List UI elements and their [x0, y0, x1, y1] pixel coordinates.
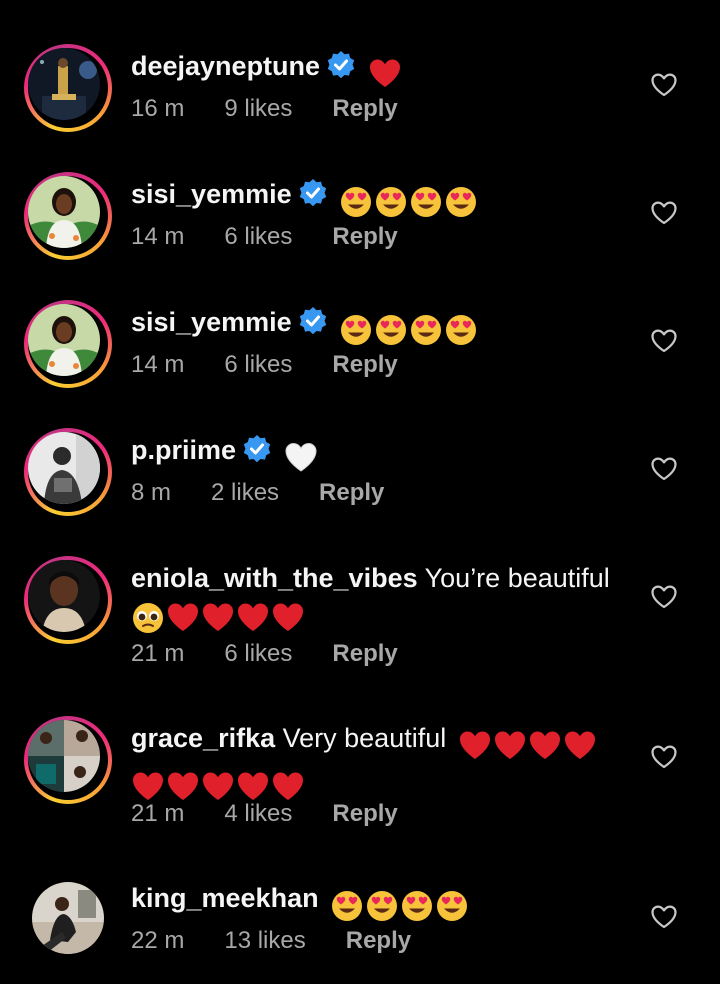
- comment-time: 21 m: [131, 640, 185, 667]
- reply-button[interactable]: Reply: [319, 479, 384, 507]
- comment-username[interactable]: sisi_yemmie: [131, 179, 292, 209]
- heart-eyes-emoji-icon: [374, 185, 408, 219]
- comment-username[interactable]: eniola_with_the_vibes: [131, 563, 418, 593]
- red-heart-emoji-icon: [131, 770, 165, 804]
- comment-likes-count[interactable]: 6 likes: [224, 640, 292, 668]
- comment-list: deejayneptune 16 m 9 likes Reply sisi_yemm…: [0, 0, 720, 984]
- red-heart-emoji-icon: [368, 57, 402, 91]
- collage-avatar: [28, 720, 100, 792]
- red-heart-emoji-icon: [271, 770, 305, 804]
- like-heart-icon[interactable]: [651, 73, 677, 97]
- comment-username[interactable]: sisi_yemmie: [131, 307, 292, 337]
- red-heart-emoji-icon: [493, 729, 527, 763]
- red-heart-emoji-icon: [528, 729, 562, 763]
- like-heart-icon[interactable]: [651, 905, 677, 929]
- red-heart-emoji-icon: [236, 770, 270, 804]
- red-heart-emoji-icon: [563, 729, 597, 763]
- avatar[interactable]: [24, 44, 112, 132]
- woman-green-avatar: [28, 176, 100, 248]
- verified-badge-icon: [298, 306, 328, 336]
- comment-likes-count[interactable]: 6 likes: [224, 351, 292, 379]
- comment-time: 16 m: [131, 95, 185, 122]
- like-heart-icon[interactable]: [651, 745, 677, 769]
- heart-eyes-emoji-icon: [444, 185, 478, 219]
- comment-username[interactable]: p.priime: [131, 435, 236, 465]
- reply-button[interactable]: Reply: [332, 223, 397, 251]
- comment-meta: 8 m 2 likes Reply: [131, 479, 384, 507]
- white-heart-emoji-icon: [284, 441, 318, 475]
- heart-eyes-emoji-icon: [400, 889, 434, 923]
- heart-eyes-emoji-icon: [409, 313, 443, 347]
- avatar[interactable]: [24, 172, 112, 260]
- pleading-face-emoji-icon: [131, 601, 165, 635]
- red-heart-emoji-icon: [166, 601, 200, 635]
- comment-likes-count[interactable]: 9 likes: [224, 95, 292, 123]
- comment-text: Very beautiful: [282, 723, 447, 753]
- woman-green-avatar: [28, 304, 100, 376]
- comment-meta: 16 m 9 likes Reply: [131, 95, 398, 123]
- woman-dark-avatar: [28, 560, 100, 632]
- comment-username[interactable]: deejayneptune: [131, 51, 320, 81]
- red-heart-emoji-icon: [166, 770, 200, 804]
- like-heart-icon[interactable]: [651, 329, 677, 353]
- red-heart-emoji-icon: [271, 601, 305, 635]
- verified-badge-icon: [326, 50, 356, 80]
- reply-button[interactable]: Reply: [346, 927, 411, 955]
- red-heart-emoji-icon: [236, 601, 270, 635]
- man-bw-avatar: [28, 432, 100, 504]
- comment-time: 14 m: [131, 351, 185, 378]
- reply-button[interactable]: Reply: [332, 800, 397, 828]
- heart-eyes-emoji-icon: [444, 313, 478, 347]
- comment-likes-count[interactable]: 2 likes: [211, 479, 279, 507]
- reply-button[interactable]: Reply: [332, 640, 397, 668]
- heart-eyes-emoji-icon: [330, 889, 364, 923]
- like-heart-icon[interactable]: [651, 585, 677, 609]
- comment-time: 14 m: [131, 223, 185, 250]
- avatar[interactable]: [24, 300, 112, 388]
- red-heart-emoji-icon: [458, 729, 492, 763]
- avatar[interactable]: [24, 428, 112, 516]
- comment-time: 21 m: [131, 800, 185, 827]
- comment-time: 22 m: [131, 927, 185, 954]
- comment-meta: 14 m 6 likes Reply: [131, 351, 398, 379]
- comment-likes-count[interactable]: 6 likes: [224, 223, 292, 251]
- comment-meta: 21 m 6 likes Reply: [131, 640, 398, 668]
- verified-badge-icon: [298, 178, 328, 208]
- heart-eyes-emoji-icon: [339, 313, 373, 347]
- red-heart-emoji-icon: [201, 770, 235, 804]
- dj-night-avatar: [28, 48, 100, 120]
- comment-likes-count[interactable]: 13 likes: [224, 927, 305, 955]
- heart-eyes-emoji-icon: [435, 889, 469, 923]
- comment-meta: 14 m 6 likes Reply: [131, 223, 398, 251]
- avatar[interactable]: [24, 556, 112, 644]
- reply-button[interactable]: Reply: [332, 95, 397, 123]
- heart-eyes-emoji-icon: [374, 313, 408, 347]
- like-heart-icon[interactable]: [651, 201, 677, 225]
- comment-meta: 21 m 4 likes Reply: [131, 800, 398, 828]
- comment-username[interactable]: grace_rifka: [131, 723, 275, 753]
- comment-time: 8 m: [131, 479, 172, 506]
- avatar[interactable]: [24, 876, 112, 964]
- comment-text: You’re beautiful: [424, 563, 610, 593]
- verified-badge-icon: [242, 434, 272, 464]
- heart-eyes-emoji-icon: [409, 185, 443, 219]
- man-outdoor-avatar: [32, 882, 104, 954]
- reply-button[interactable]: Reply: [332, 351, 397, 379]
- comment-meta: 22 m 13 likes Reply: [131, 927, 411, 955]
- like-heart-icon[interactable]: [651, 457, 677, 481]
- comment-username[interactable]: king_meekhan: [131, 883, 319, 913]
- heart-eyes-emoji-icon: [365, 889, 399, 923]
- comment-likes-count[interactable]: 4 likes: [224, 800, 292, 828]
- heart-eyes-emoji-icon: [339, 185, 373, 219]
- avatar[interactable]: [24, 716, 112, 804]
- red-heart-emoji-icon: [201, 601, 235, 635]
